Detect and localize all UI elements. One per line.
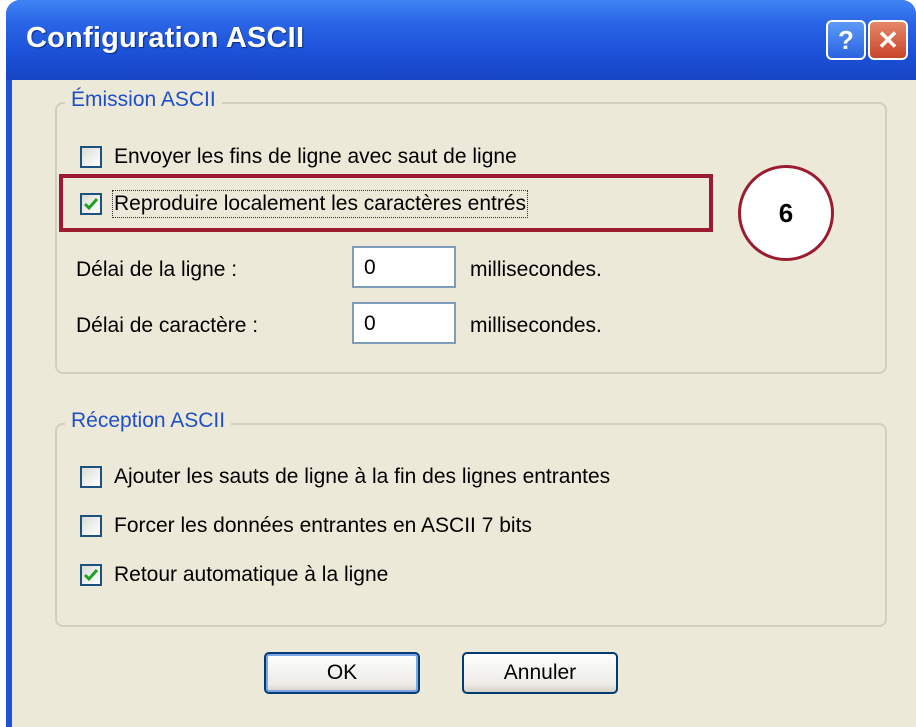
append-linefeeds-option[interactable]: Ajouter les sauts de ligne à la fin des … <box>80 465 610 489</box>
reception-legend: Réception ASCII <box>65 409 232 433</box>
wrap-lines-label: Retour automatique à la ligne <box>114 563 389 586</box>
highlight-box <box>59 174 713 232</box>
append-linefeeds-label: Ajouter les sauts de ligne à la fin des … <box>114 465 611 488</box>
wrap-lines-checkbox[interactable] <box>80 564 102 586</box>
cancel-button[interactable]: Annuler <box>462 652 618 694</box>
char-delay-unit: millisecondes. <box>470 314 602 337</box>
wrap-lines-option[interactable]: Retour automatique à la ligne <box>80 563 388 587</box>
window-title: Configuration ASCII <box>26 22 305 54</box>
char-delay-input[interactable]: 0 <box>352 302 456 344</box>
close-button[interactable]: ✕ <box>868 20 908 60</box>
title-bar[interactable]: Configuration ASCII ? ✕ <box>6 0 916 80</box>
line-delay-input[interactable]: 0 <box>352 246 456 288</box>
force-7bit-option[interactable]: Forcer les données entrantes en ASCII 7 … <box>80 514 532 538</box>
send-line-ends-option[interactable]: Envoyer les fins de ligne avec saut de l… <box>80 145 517 169</box>
step-number-badge: 6 <box>738 165 834 261</box>
force-7bit-label: Forcer les données entrantes en ASCII 7 … <box>114 514 532 537</box>
force-7bit-checkbox[interactable] <box>80 515 102 537</box>
help-button[interactable]: ? <box>826 20 866 60</box>
send-line-ends-checkbox[interactable] <box>80 146 102 168</box>
line-delay-unit: millisecondes. <box>470 258 602 281</box>
emission-legend: Émission ASCII <box>65 88 222 112</box>
char-delay-label: Délai de caractère : <box>76 314 259 337</box>
line-delay-label: Délai de la ligne : <box>76 258 238 281</box>
help-icon: ? <box>838 24 854 55</box>
ok-button[interactable]: OK <box>264 652 420 694</box>
check-icon <box>83 569 99 582</box>
append-linefeeds-checkbox[interactable] <box>80 466 102 488</box>
close-icon: ✕ <box>877 24 899 55</box>
send-line-ends-label: Envoyer les fins de ligne avec saut de l… <box>114 145 517 168</box>
